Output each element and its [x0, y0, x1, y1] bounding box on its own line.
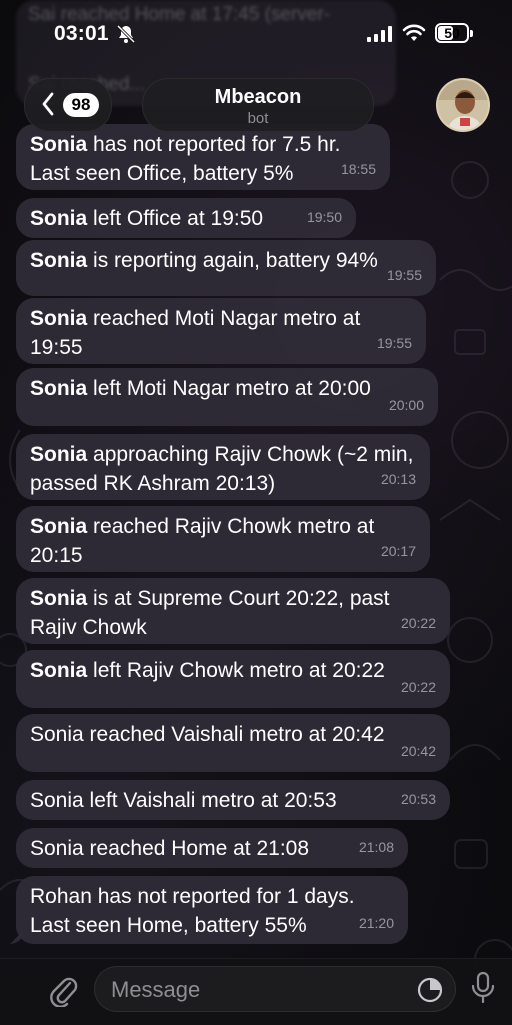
chat-name: Mbeacon: [214, 86, 302, 108]
message-bubble[interactable]: Sonia has not reported for 7.5 hr. Last …: [16, 124, 390, 190]
message-time: 20:17: [380, 543, 416, 559]
microphone-icon[interactable]: [470, 971, 496, 1005]
message-time: 20:00: [388, 397, 424, 413]
unread-count-badge: 98: [63, 93, 99, 117]
message-text: Sonia reached Vaishali metro at 20:42: [30, 723, 385, 746]
message-text: is reporting again, battery 94%: [87, 249, 378, 272]
chat-title[interactable]: Mbeacon bot: [142, 78, 374, 132]
message-time: 19:55: [376, 335, 412, 351]
message-bubble[interactable]: Sonia reached Vaishali metro at 20:42 20…: [16, 714, 450, 772]
message-bubble[interactable]: Sonia reached Home at 21:08 21:08: [16, 828, 408, 868]
message-bubble[interactable]: Rohan has not reported for 1 days. Last …: [16, 876, 408, 944]
message-bubble[interactable]: Sonia reached Rajiv Chowk metro at 20:15…: [16, 506, 430, 572]
message-time: 19:55: [386, 267, 422, 283]
message-text: left Office at 19:50: [87, 207, 264, 230]
chat-subtitle: bot: [247, 110, 269, 127]
sender-name: Sonia: [30, 443, 88, 466]
message-placeholder: Message: [111, 977, 201, 1002]
message-time: 21:20: [358, 915, 394, 931]
sender-name: Sonia: [30, 133, 88, 156]
message-text: Rohan has not reported for 1 days. Last …: [30, 885, 355, 937]
sender-name: Sonia: [30, 207, 88, 230]
bell-slash-icon: [116, 24, 136, 44]
message-input[interactable]: Message: [94, 966, 456, 1012]
message-bubble[interactable]: Sonia is at Supreme Court 20:22, past Ra…: [16, 578, 450, 644]
message-bubble[interactable]: Sonia reached Moti Nagar metro at 19:55 …: [16, 298, 426, 364]
battery-level: 50: [444, 25, 460, 41]
cellular-signal-icon: [367, 26, 392, 42]
avatar[interactable]: [436, 78, 490, 132]
message-time: 21:08: [358, 839, 394, 855]
sender-name: Sonia: [30, 659, 88, 682]
paperclip-icon[interactable]: [48, 973, 78, 1007]
message-time: 20:13: [380, 471, 416, 487]
message-bubble[interactable]: Sonia is reporting again, battery 94% 19…: [16, 240, 436, 296]
message-bubble[interactable]: Sonia left Vaishali metro at 20:53 20:53: [16, 780, 450, 820]
back-button[interactable]: 98: [24, 78, 112, 132]
message-text: approaching Rajiv Chowk (~2 min, passed …: [30, 443, 414, 495]
sender-name: Sonia: [30, 515, 88, 538]
status-bar: 03:01 50: [0, 0, 512, 66]
message-text: left Moti Nagar metro at 20:00: [87, 377, 371, 400]
sender-name: Sonia: [30, 377, 88, 400]
chevron-left-icon: [42, 92, 54, 116]
sender-name: Sonia: [30, 249, 88, 272]
battery-indicator: 50: [435, 23, 473, 43]
message-bubble[interactable]: Sonia left Moti Nagar metro at 20:00 20:…: [16, 368, 438, 426]
clock: 03:01: [54, 22, 109, 45]
message-text: Sonia left Vaishali metro at 20:53: [30, 789, 337, 812]
sender-name: Sonia: [30, 587, 88, 610]
message-time: 20:42: [400, 743, 436, 759]
sticker-clock-icon[interactable]: [417, 977, 443, 1003]
message-time: 20:22: [400, 679, 436, 695]
wifi-icon: [402, 24, 426, 41]
message-time: 20:22: [400, 615, 436, 631]
message-time: 20:53: [400, 791, 436, 807]
message-text: Sonia reached Home at 21:08: [30, 837, 310, 860]
message-bubble[interactable]: Sonia left Rajiv Chowk metro at 20:22 20…: [16, 650, 450, 708]
message-text: left Rajiv Chowk metro at 20:22: [87, 659, 385, 682]
message-time: 19:50: [306, 209, 342, 225]
message-time: 18:55: [340, 161, 376, 177]
message-bubble[interactable]: Sonia approaching Rajiv Chowk (~2 min, p…: [16, 434, 430, 500]
message-bubble[interactable]: Sonia left Office at 19:50 19:50: [16, 198, 356, 238]
message-composer: Message: [0, 958, 512, 1025]
sender-name: Sonia: [30, 307, 88, 330]
